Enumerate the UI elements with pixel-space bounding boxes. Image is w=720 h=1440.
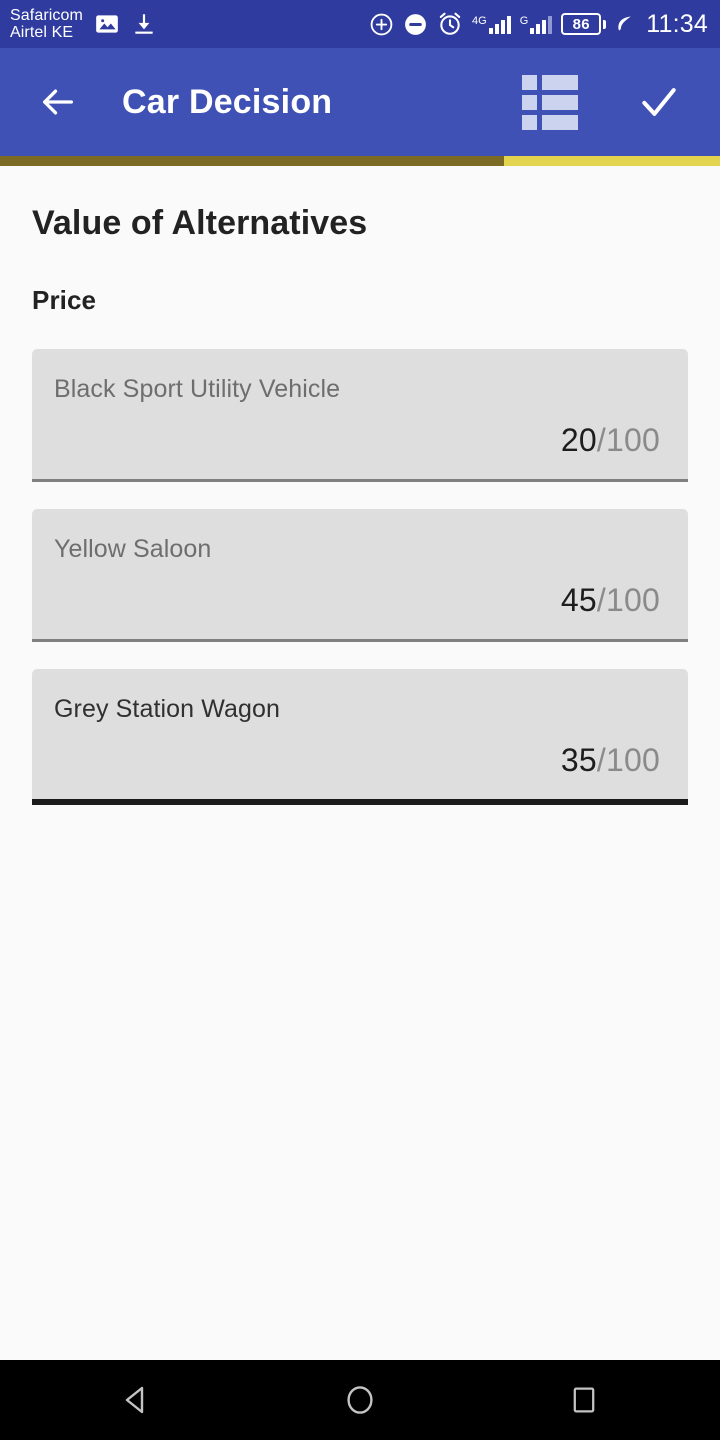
battery-level: 86: [561, 13, 602, 35]
list-view-button[interactable]: [522, 74, 578, 130]
nav-home-button[interactable]: [328, 1368, 392, 1432]
alternative-score: 20: [560, 422, 597, 458]
alternative-value: 20/100: [54, 422, 660, 459]
battery-indicator: 86: [561, 13, 607, 35]
status-bar-right: 4G G 86 11:34: [369, 10, 708, 39]
nav-back-button[interactable]: [104, 1368, 168, 1432]
status-bar-left: Safaricom Airtel KE: [10, 7, 157, 42]
clock-label: 11:34: [646, 9, 708, 38]
alternative-card[interactable]: Yellow Saloon 45/100: [32, 509, 688, 642]
signal-secondary: G: [520, 14, 553, 34]
signal-primary-label: 4G: [472, 15, 487, 27]
do-not-disturb-icon: [405, 13, 426, 35]
image-icon: [96, 15, 118, 33]
android-nav-bar: [0, 1360, 720, 1440]
square-recents-icon: [573, 1387, 595, 1413]
nav-recents-button[interactable]: [552, 1368, 616, 1432]
confirm-button[interactable]: [632, 75, 686, 129]
signal-secondary-label: G: [519, 15, 529, 27]
list-icon: [522, 74, 578, 130]
content-heading: Value of Alternatives: [32, 204, 368, 242]
alternative-score-max: /100: [596, 582, 660, 618]
alternative-value: 45/100: [54, 582, 660, 619]
alternative-score: 35: [560, 742, 597, 778]
main-content: Value of Alternatives Price Black Sport …: [0, 166, 720, 1360]
signal-bars-primary: [488, 14, 511, 34]
leaf-icon: [618, 16, 632, 31]
battery-cap: [603, 19, 607, 29]
alternative-score-max: /100: [596, 742, 660, 778]
alternative-score: 45: [560, 582, 597, 618]
check-icon: [642, 88, 676, 116]
download-icon: [135, 14, 153, 34]
status-bar: Safaricom Airtel KE 4G G 86 11:34: [0, 0, 720, 48]
back-button[interactable]: [32, 76, 84, 128]
carrier-label: Safaricom Airtel KE: [10, 6, 83, 41]
arrow-left-icon: [43, 89, 74, 115]
signal-bars-secondary: [530, 14, 553, 34]
page-title: Car Decision: [122, 82, 333, 121]
criterion-label: Price: [32, 285, 97, 315]
alternative-value: 35/100: [54, 742, 660, 779]
alternatives-list: Black Sport Utility Vehicle 20/100 Yellow …: [32, 349, 688, 805]
alternative-name: Black Sport Utility Vehicle: [54, 375, 341, 403]
alternative-name: Yellow Saloon: [54, 535, 212, 563]
progress-bar: [0, 156, 720, 166]
alternative-score-max: /100: [596, 422, 660, 458]
add-circle-icon: [370, 13, 393, 35]
alarm-icon: [439, 12, 461, 35]
alternative-card[interactable]: Grey Station Wagon 35/100: [32, 669, 688, 805]
circle-home-icon: [347, 1386, 373, 1414]
app-bar-actions: [522, 74, 686, 130]
alternative-name: Grey Station Wagon: [54, 695, 280, 723]
alternative-card[interactable]: Black Sport Utility Vehicle 20/100: [32, 349, 688, 482]
app-bar: Car Decision: [0, 48, 720, 156]
progress-bar-fill: [0, 156, 504, 166]
triangle-back-icon: [125, 1386, 144, 1414]
signal-primary: 4G: [472, 14, 511, 34]
